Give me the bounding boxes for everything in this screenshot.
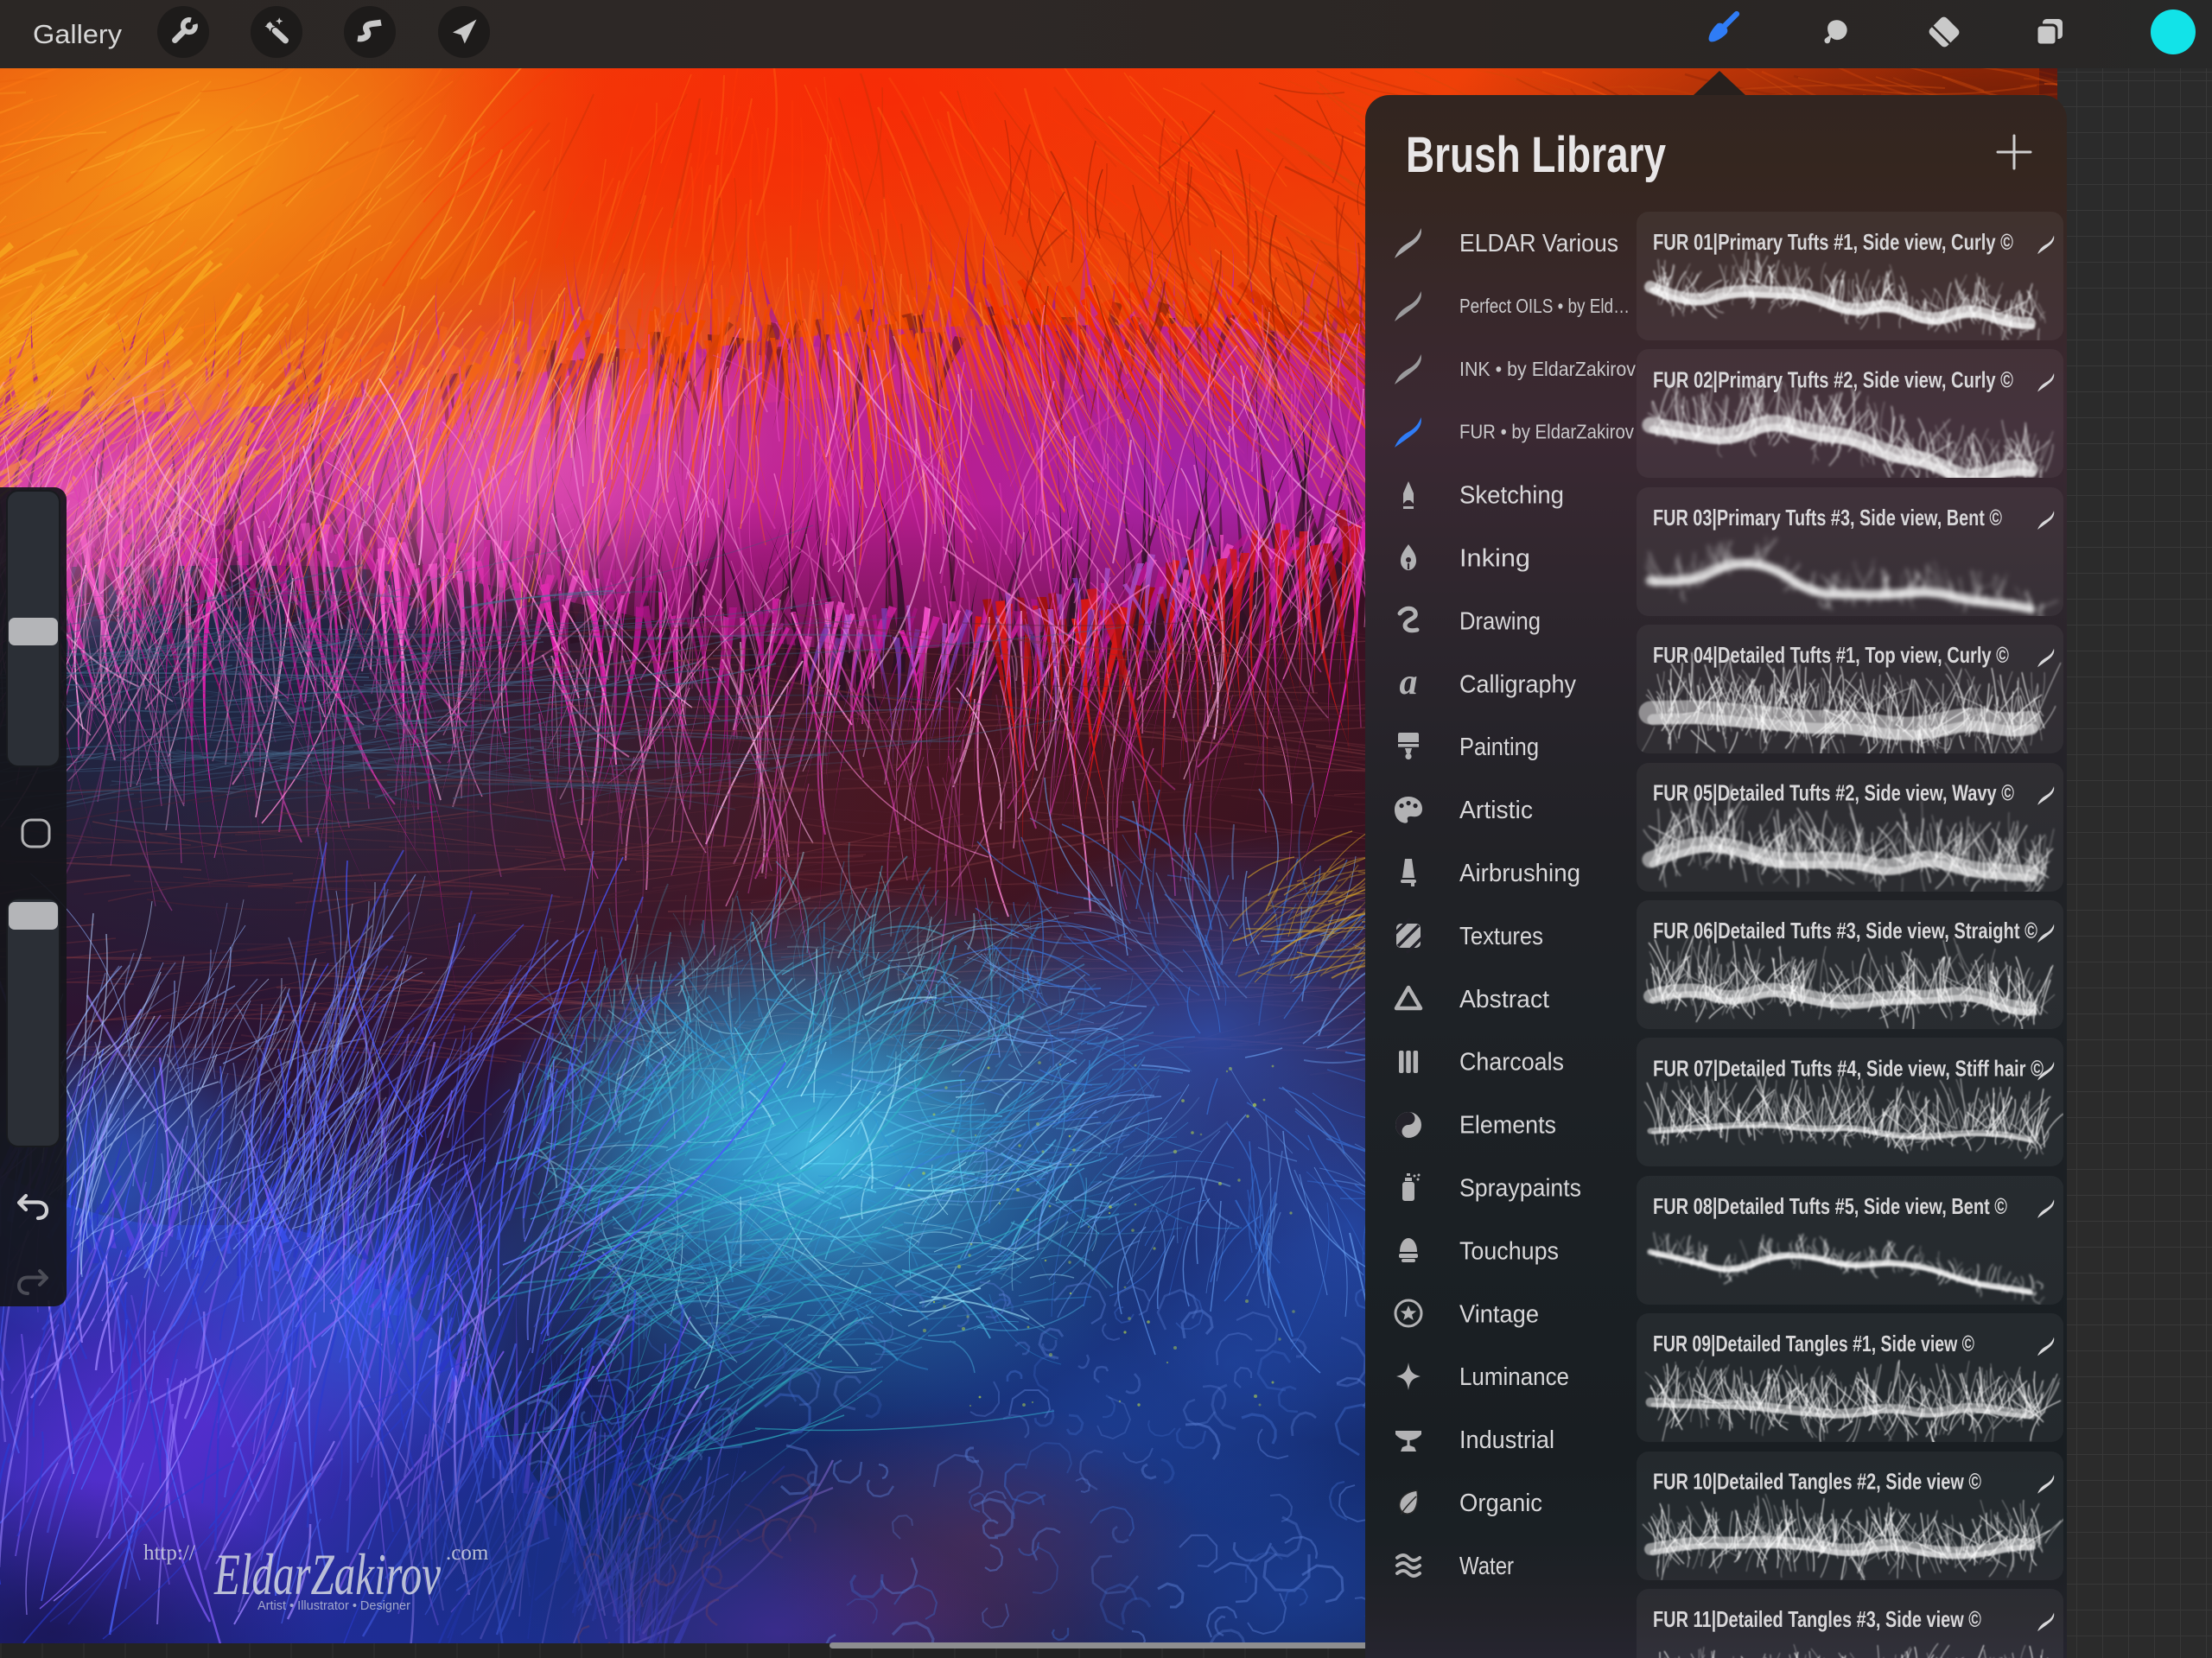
svg-text:EldarZakirov: EldarZakirov bbox=[213, 1541, 441, 1607]
svg-text:Brush Library: Brush Library bbox=[1406, 127, 1666, 183]
svg-text:FUR • by EldarZakirov: FUR • by EldarZakirov bbox=[1459, 421, 1634, 443]
svg-text:Luminance: Luminance bbox=[1459, 1363, 1569, 1391]
svg-text:Touchups: Touchups bbox=[1459, 1237, 1559, 1265]
svg-text:FUR 09|Detailed Tangles #1, Si: FUR 09|Detailed Tangles #1, Side view © bbox=[1653, 1331, 1974, 1356]
svg-text:Charcoals: Charcoals bbox=[1459, 1049, 1564, 1077]
svg-text:Elements: Elements bbox=[1459, 1112, 1556, 1140]
svg-text:.com: .com bbox=[446, 1541, 489, 1565]
svg-text:Drawing: Drawing bbox=[1459, 607, 1541, 635]
svg-text:Painting: Painting bbox=[1459, 734, 1539, 761]
svg-text:Artist • Illustrator • Designe: Artist • Illustrator • Designer bbox=[257, 1599, 410, 1613]
svg-text:FUR 10|Detailed Tangles #2, Si: FUR 10|Detailed Tangles #2, Side view © bbox=[1653, 1469, 1981, 1495]
svg-text:FUR 04|Detailed Tufts #1, Top: FUR 04|Detailed Tufts #1, Top view, Curl… bbox=[1653, 642, 2009, 668]
svg-text:Airbrushing: Airbrushing bbox=[1459, 860, 1580, 887]
svg-text:ELDAR Various: ELDAR Various bbox=[1459, 230, 1618, 257]
svg-text:Spraypaints: Spraypaints bbox=[1459, 1175, 1581, 1203]
svg-text:Calligraphy: Calligraphy bbox=[1459, 670, 1576, 698]
svg-text:Water: Water bbox=[1459, 1553, 1514, 1580]
svg-text:FUR 03|Primary Tufts #3, Side: FUR 03|Primary Tufts #3, Side view, Bent… bbox=[1653, 505, 2002, 530]
svg-text:Sketching: Sketching bbox=[1459, 482, 1564, 510]
svg-text:Gallery: Gallery bbox=[33, 19, 123, 49]
svg-text:FUR 07|Detailed Tufts #4, Side: FUR 07|Detailed Tufts #4, Side view, Sti… bbox=[1653, 1055, 2044, 1081]
svg-text:FUR 11|Detailed Tangles #3, Si: FUR 11|Detailed Tangles #3, Side view © bbox=[1653, 1606, 1981, 1632]
svg-text:FUR 08|Detailed Tufts #5, Side: FUR 08|Detailed Tufts #5, Side view, Ben… bbox=[1653, 1193, 2007, 1219]
svg-text:FUR 06|Detailed Tufts #3, Side: FUR 06|Detailed Tufts #3, Side view, Str… bbox=[1653, 918, 2037, 943]
svg-text:INK • by EldarZakirov: INK • by EldarZakirov bbox=[1459, 358, 1636, 380]
svg-text:Artistic: Artistic bbox=[1459, 797, 1533, 824]
svg-text:FUR 02|Primary Tufts #2, Side: FUR 02|Primary Tufts #2, Side view, Curl… bbox=[1653, 366, 2013, 392]
svg-text:Inking: Inking bbox=[1459, 545, 1530, 573]
svg-text:Industrial: Industrial bbox=[1459, 1426, 1554, 1454]
svg-text:Vintage: Vintage bbox=[1459, 1300, 1539, 1328]
svg-text:FUR 01|Primary Tufts #1, Side: FUR 01|Primary Tufts #1, Side view, Curl… bbox=[1653, 229, 2013, 255]
svg-text:Textures: Textures bbox=[1459, 923, 1543, 950]
svg-text:Organic: Organic bbox=[1459, 1490, 1542, 1517]
svg-text:http://: http:// bbox=[143, 1541, 195, 1565]
svg-text:a: a bbox=[1400, 663, 1418, 702]
svg-text:Abstract: Abstract bbox=[1459, 986, 1549, 1013]
svg-text:FUR 05|Detailed Tufts #2, Side: FUR 05|Detailed Tufts #2, Side view, Wav… bbox=[1653, 780, 2014, 806]
svg-text:Perfect OILS • by Eld…: Perfect OILS • by Eld… bbox=[1459, 295, 1630, 317]
